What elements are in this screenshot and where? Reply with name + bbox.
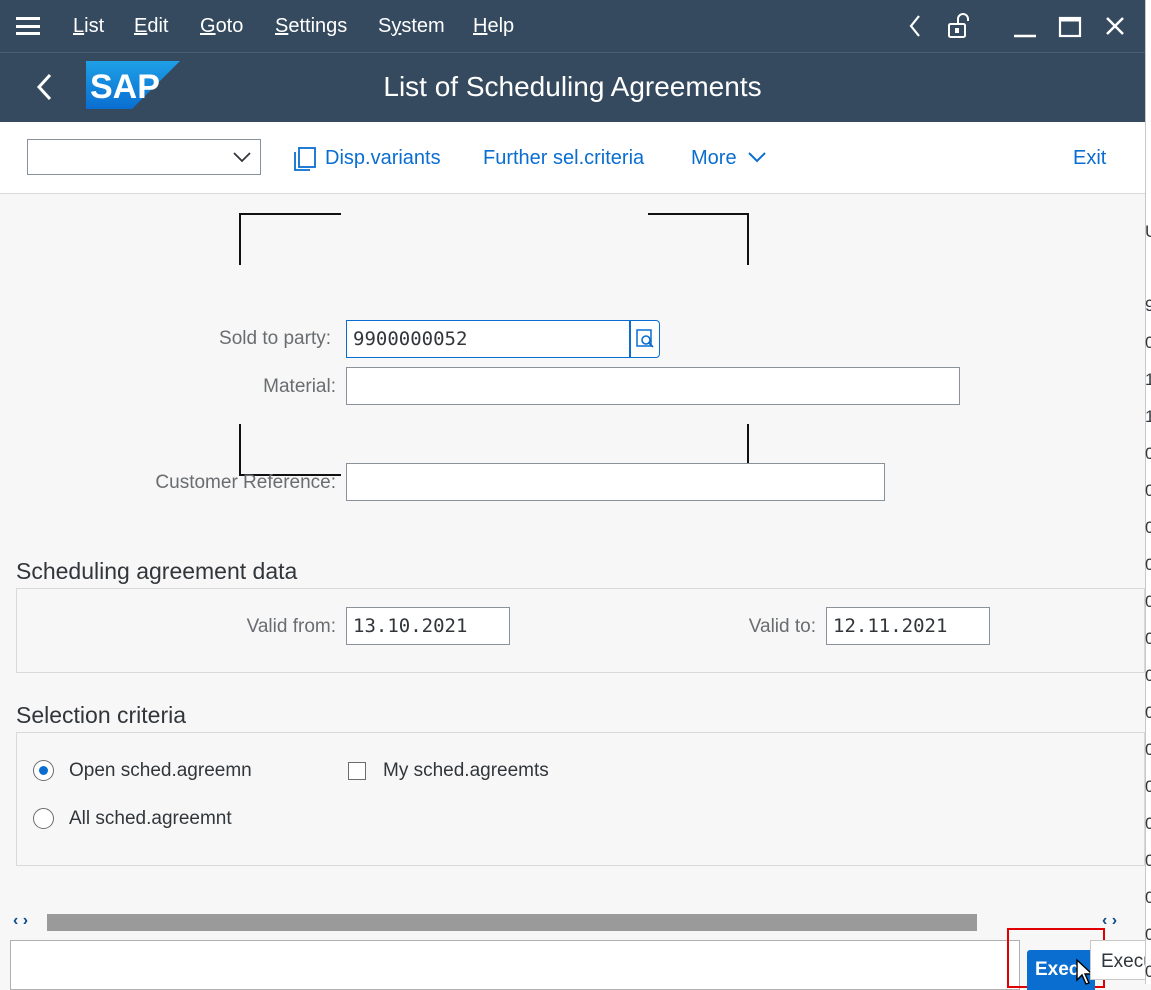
background-window-char: 0 xyxy=(1145,629,1151,648)
footer-command-area xyxy=(10,940,1020,990)
exit-button[interactable]: Exit xyxy=(1073,147,1106,170)
valid-from-input[interactable]: 13.10.2021 xyxy=(346,607,510,645)
background-window-char: 1 xyxy=(1145,370,1151,389)
background-window-char: 0 xyxy=(1145,333,1151,352)
title-bar: SAP List of Scheduling Agreements xyxy=(0,52,1145,122)
background-window-char: 1 xyxy=(1145,407,1151,426)
my-sched-checkbox[interactable] xyxy=(348,762,366,780)
valid-from-label: Valid from: xyxy=(246,616,336,637)
more-button[interactable]: More xyxy=(691,147,768,170)
copy-variants-icon[interactable] xyxy=(292,146,318,172)
selection-criteria-title: Selection criteria xyxy=(16,702,187,728)
background-window-char: 0 xyxy=(1145,814,1151,833)
chevron-down-icon xyxy=(233,152,251,163)
menu-help[interactable]: Help xyxy=(473,15,514,38)
execute-tooltip: Execu xyxy=(1090,940,1151,980)
valid-to-label: Valid to: xyxy=(748,616,816,637)
background-window-char: 0 xyxy=(1145,666,1151,685)
scroll-arrows-left[interactable]: ‹ › xyxy=(13,912,28,930)
background-window-char: 0 xyxy=(1145,518,1151,537)
background-window-char: U xyxy=(1145,222,1151,242)
close-icon[interactable] xyxy=(1104,12,1126,40)
material-label: Material: xyxy=(263,376,336,397)
menu-settings[interactable]: Settings xyxy=(275,15,347,38)
background-window-char: 0 xyxy=(1145,888,1151,907)
menu-bar: List Edit Goto Settings System Help xyxy=(0,0,1145,52)
sold-to-party-label: Sold to party: xyxy=(219,328,331,349)
customer-reference-label: Customer Reference: xyxy=(155,472,336,493)
variant-dropdown[interactable] xyxy=(27,139,261,175)
search-icon xyxy=(636,329,654,348)
background-window-char: 0 xyxy=(1145,555,1151,574)
selection-criteria-group xyxy=(16,732,1145,866)
frame-corner-top-left xyxy=(239,213,341,265)
background-window-char: 0 xyxy=(1145,592,1151,611)
background-window-char: 0 xyxy=(1145,851,1151,870)
all-sched-label: All sched.agreemnt xyxy=(69,808,232,829)
disp-variants-button[interactable]: Disp.variants xyxy=(325,147,441,170)
further-sel-criteria-button[interactable]: Further sel.criteria xyxy=(483,147,644,170)
valid-to-input[interactable]: 12.11.2021 xyxy=(826,607,990,645)
material-input[interactable] xyxy=(346,367,960,405)
menu-list[interactable]: List xyxy=(73,15,104,38)
page-title: List of Scheduling Agreements xyxy=(383,71,762,102)
background-window-char: 0 xyxy=(1145,740,1151,759)
sold-to-party-input[interactable]: 9900000052 xyxy=(346,320,630,358)
open-sched-radio[interactable] xyxy=(33,760,54,781)
customer-reference-input[interactable] xyxy=(346,463,885,501)
frame-corner-bottom-left xyxy=(239,424,341,476)
application-toolbar: Disp.variants Further sel.criteria More … xyxy=(0,122,1145,194)
all-sched-radio[interactable] xyxy=(33,808,54,829)
value-help-button[interactable] xyxy=(630,320,660,358)
menu-edit[interactable]: Edit xyxy=(134,15,168,38)
maximize-icon[interactable] xyxy=(1058,12,1082,40)
menu-system[interactable]: System xyxy=(378,15,445,38)
horizontal-scroll-thumb[interactable] xyxy=(47,914,977,931)
background-window-char: 0 xyxy=(1145,962,1151,981)
open-sched-label: Open sched.agreemn xyxy=(69,760,252,781)
my-sched-label: My sched.agreemts xyxy=(383,760,549,781)
background-window-char: 9 xyxy=(1145,296,1151,315)
background-window-char: 0 xyxy=(1145,925,1151,944)
chevron-down-icon xyxy=(748,152,766,163)
menu-goto[interactable]: Goto xyxy=(200,15,243,38)
background-window-char: 0 xyxy=(1145,444,1151,463)
sched-data-group-title: Scheduling agreement data xyxy=(16,558,298,584)
unlock-icon[interactable] xyxy=(946,12,974,40)
hamburger-menu-icon[interactable] xyxy=(16,17,40,35)
background-window-char: 0 xyxy=(1145,481,1151,500)
background-window-char: 0 xyxy=(1145,703,1151,722)
minimize-icon[interactable] xyxy=(1012,12,1038,40)
frame-corner-top-right xyxy=(648,213,749,265)
background-window-char: 0 xyxy=(1145,777,1151,796)
chevron-left-icon[interactable] xyxy=(906,12,924,40)
more-label: More xyxy=(691,147,737,169)
